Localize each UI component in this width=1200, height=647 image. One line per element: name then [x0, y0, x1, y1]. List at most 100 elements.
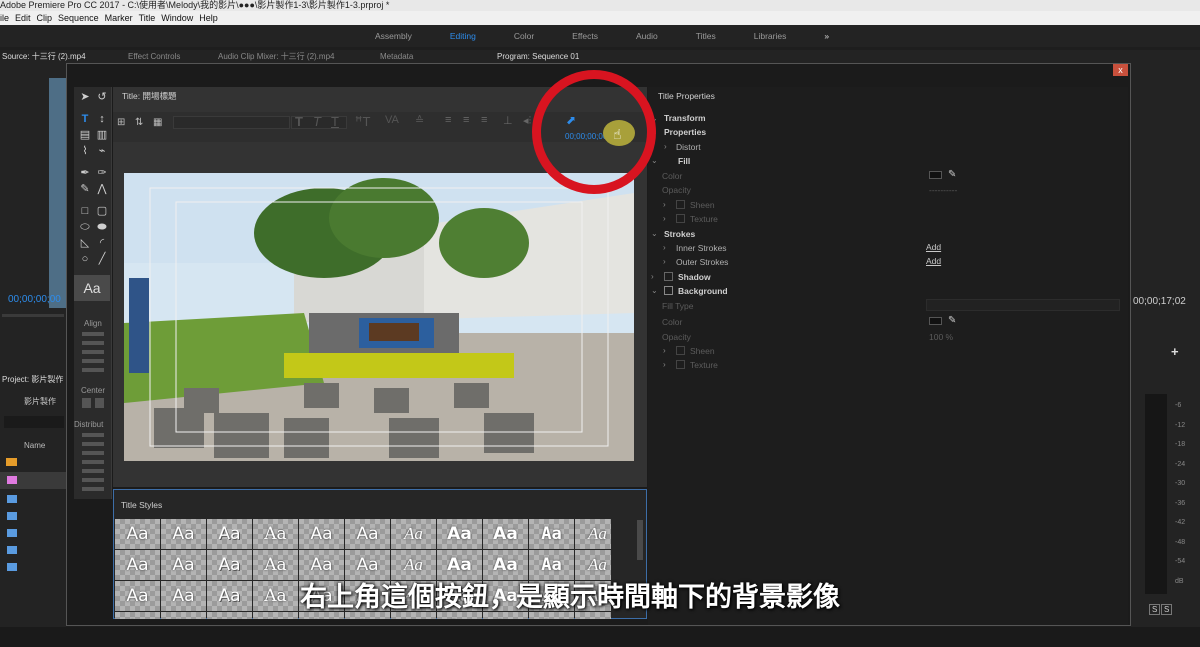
outer-strokes-label[interactable]: Outer Strokes — [676, 257, 728, 267]
menu-clip[interactable]: Clip — [37, 11, 59, 25]
fill-section[interactable]: Fill — [678, 156, 690, 166]
vertical-area-type-tool-icon[interactable]: ▥ — [95, 129, 109, 141]
center-buttons-icon[interactable] — [82, 398, 104, 408]
workspace-more[interactable]: » — [824, 31, 829, 41]
chevron-right-icon[interactable]: › — [663, 257, 666, 266]
texture-checkbox[interactable] — [676, 214, 685, 223]
solo-button[interactable]: S — [1161, 604, 1173, 615]
title-style-swatch[interactable]: Aa — [161, 519, 206, 549]
chevron-down-icon[interactable]: ⌄ — [651, 286, 658, 295]
path-type-tool-icon[interactable]: ⌇ — [78, 145, 92, 157]
title-style-swatch[interactable]: Aa — [161, 581, 206, 611]
type-tool-icon[interactable]: T — [78, 113, 92, 125]
vertical-type-tool-icon[interactable]: ↕ — [95, 113, 109, 125]
workspace-editing[interactable]: Editing — [450, 31, 476, 41]
menu-marker[interactable]: Marker — [105, 11, 139, 25]
rounded-rectangle-tool-icon[interactable]: ▢ — [95, 205, 109, 217]
title-style-swatch[interactable]: Aa — [253, 550, 298, 580]
new-title-icon[interactable]: ⊞ — [117, 117, 125, 128]
align-buttons-icon[interactable] — [82, 332, 104, 376]
chevron-right-icon[interactable]: › — [663, 360, 666, 369]
menu-help[interactable]: Help — [199, 11, 224, 25]
project-tab[interactable]: Project: 影片製作 — [2, 374, 63, 385]
vertical-path-type-tool-icon[interactable]: ⌁ — [95, 145, 109, 157]
align-center-icon[interactable]: ≡ — [463, 114, 469, 126]
metadata-tab[interactable]: Metadata — [380, 50, 413, 64]
title-style-swatch[interactable]: Aa — [161, 612, 206, 619]
menu-window[interactable]: Window — [161, 11, 199, 25]
chevron-down-icon[interactable]: ⌄ — [651, 156, 658, 165]
distort-label[interactable]: Distort — [676, 142, 701, 152]
align-left-icon[interactable]: ≡ — [445, 114, 451, 126]
menu-file[interactable]: ile — [0, 11, 15, 25]
add-outer-stroke-link[interactable]: Add — [926, 256, 941, 266]
bg-texture-checkbox[interactable] — [676, 360, 685, 369]
bg-opacity-value[interactable]: 100 % — [929, 332, 953, 342]
bg-sheen-checkbox[interactable] — [676, 346, 685, 355]
workspace-audio[interactable]: Audio — [636, 31, 658, 41]
convert-anchor-tool-icon[interactable]: ⋀ — [95, 183, 109, 195]
workspace-libraries[interactable]: Libraries — [754, 31, 787, 41]
chevron-right-icon[interactable]: › — [651, 272, 654, 281]
tab-stops-icon[interactable]: ▦ — [153, 117, 162, 128]
source-scrubber[interactable] — [2, 314, 64, 317]
add-icon[interactable]: + — [1171, 344, 1179, 359]
title-style-swatch[interactable]: Aa — [115, 612, 160, 619]
title-canvas[interactable] — [124, 173, 634, 461]
rotation-tool-icon[interactable]: ↺ — [95, 91, 109, 103]
sheen-checkbox[interactable] — [676, 200, 685, 209]
eyedropper-icon[interactable]: ✎ — [948, 315, 956, 326]
bg-color-swatch[interactable] — [929, 317, 942, 325]
inner-strokes-label[interactable]: Inner Strokes — [676, 243, 727, 253]
fill-opacity-value[interactable]: ---------- — [929, 185, 957, 195]
shadow-section[interactable]: Shadow — [678, 272, 711, 282]
close-button[interactable]: x — [1113, 64, 1128, 76]
title-style-swatch[interactable]: Aa — [115, 581, 160, 611]
title-style-swatch[interactable]: Aa — [115, 519, 160, 549]
menu-sequence[interactable]: Sequence — [58, 11, 105, 25]
styles-scrollbar[interactable] — [637, 520, 643, 560]
background-section[interactable]: Background — [678, 286, 728, 296]
title-properties-tab[interactable]: Title Properties — [658, 91, 715, 101]
delete-anchor-tool-icon[interactable]: ✑ — [95, 167, 109, 179]
project-search-input[interactable] — [4, 416, 64, 428]
line-tool-icon[interactable]: ╱ — [95, 253, 109, 265]
wedge-tool-icon[interactable]: ◺ — [78, 237, 92, 249]
chevron-down-icon[interactable]: ⌄ — [651, 229, 658, 238]
name-column-header[interactable]: Name — [24, 441, 45, 450]
arc-tool-icon[interactable]: ◜ — [95, 237, 109, 249]
program-tab[interactable]: Program: Sequence 01 — [497, 50, 579, 64]
area-type-tool-icon[interactable]: ▤ — [78, 129, 92, 141]
workspace-assembly[interactable]: Assembly — [375, 31, 412, 41]
strokes-section[interactable]: Strokes — [664, 229, 695, 239]
bold-icon[interactable]: T — [295, 114, 303, 129]
playhead-prev-icon[interactable]: ◂⫶ — [523, 114, 531, 128]
title-style-swatch[interactable]: Aa — [529, 519, 574, 549]
fill-color-swatch[interactable] — [929, 171, 942, 179]
title-style-swatch[interactable]: Aa — [207, 519, 252, 549]
title-style-swatch[interactable]: Aa — [391, 519, 436, 549]
shadow-checkbox[interactable] — [664, 272, 673, 281]
italic-icon[interactable]: T — [313, 114, 321, 129]
properties-section[interactable]: Properties — [664, 127, 706, 137]
chevron-right-icon[interactable]: › — [663, 346, 666, 355]
font-family-select[interactable] — [173, 116, 290, 129]
title-style-swatch[interactable]: Aa — [483, 519, 528, 549]
eyedropper-icon[interactable]: ✎ — [948, 169, 956, 180]
solo-button[interactable]: S — [1149, 604, 1161, 615]
tab-stops-button-icon[interactable]: ⊥ — [503, 114, 513, 127]
selection-tool-icon[interactable]: ➤ — [78, 91, 92, 103]
effect-controls-tab[interactable]: Effect Controls — [128, 50, 180, 64]
title-style-swatch[interactable]: Aa — [207, 550, 252, 580]
workspace-titles[interactable]: Titles — [696, 31, 716, 41]
title-style-swatch[interactable]: Aa — [253, 519, 298, 549]
chevron-right-icon[interactable]: › — [663, 243, 666, 252]
align-right-icon[interactable]: ≡ — [481, 114, 487, 126]
add-anchor-tool-icon[interactable]: ✎ — [78, 183, 92, 195]
kerning-icon[interactable]: VA — [385, 114, 399, 126]
underline-icon[interactable]: T — [331, 114, 339, 129]
workspace-color[interactable]: Color — [514, 31, 534, 41]
rounded-corner-tool-icon[interactable]: ⬬ — [95, 221, 109, 233]
ellipse-tool-icon[interactable]: ○ — [78, 253, 92, 265]
distribute-buttons-icon[interactable] — [82, 433, 104, 491]
